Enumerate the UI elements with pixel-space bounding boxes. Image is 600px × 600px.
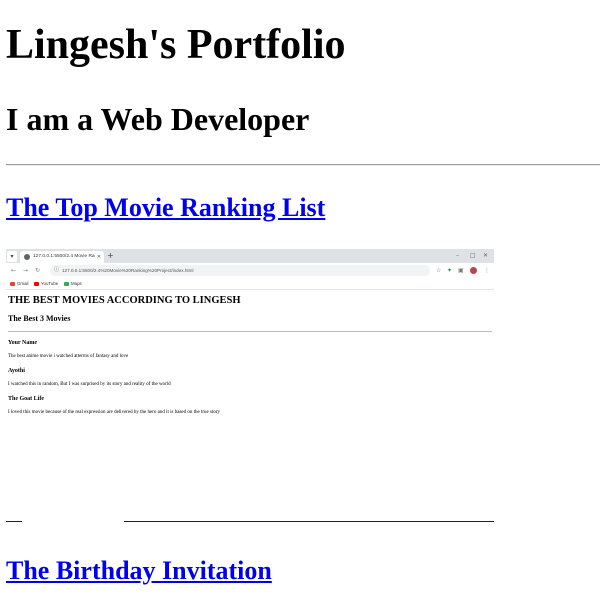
star-icon: ☆	[436, 267, 442, 274]
forward-icon: →	[23, 267, 29, 274]
bookmarks-bar: Gmail YouTube Maps	[6, 278, 494, 290]
movie-title: The Goat Life	[8, 396, 44, 402]
divider	[6, 164, 600, 166]
movie-title: Ayothi	[8, 368, 25, 374]
bookmark-gmail: Gmail	[10, 278, 28, 289]
bookmark-youtube: YouTube	[34, 278, 58, 289]
screenshot-taskbar-gap	[22, 520, 124, 523]
screenshot-divider	[8, 331, 492, 332]
browser-tab: 127.0.0.1:5500/2.4 Movie Rank ✕	[20, 251, 104, 263]
bookmark-maps: Maps	[64, 278, 82, 289]
back-icon: ←	[11, 267, 17, 274]
movie-description: I loved this movie because of the real e…	[8, 410, 221, 415]
address-bar: ⓘ 127.0.0.1:5500/2.4%20Movie%20Ranking%2…	[50, 265, 430, 276]
puzzle-icon: ▣	[458, 267, 464, 274]
browser-toolbar: ← → ↻ ⓘ 127.0.0.1:5500/2.4%20Movie%20Ran…	[6, 263, 494, 278]
window-close-icon: ✕	[483, 252, 489, 259]
youtube-icon	[34, 281, 39, 286]
maximize-icon: □	[470, 252, 476, 259]
address-url: 127.0.0.1:5500/2.4%20Movie%20Ranking%20P…	[62, 268, 194, 273]
screenshot-heading: THE BEST MOVIES ACCORDING TO LINGESH	[8, 295, 241, 306]
gmail-icon	[10, 281, 15, 286]
browser-tab-bar: ▾ 127.0.0.1:5500/2.4 Movie Rank ✕ + – □ …	[6, 249, 494, 263]
page-title: Lingesh's Portfolio	[6, 22, 346, 68]
maps-icon	[64, 281, 69, 286]
page-subtitle: I am a Web Developer	[6, 101, 310, 137]
extension-icon: ✦	[447, 267, 453, 274]
birthday-invitation-link[interactable]: The Birthday Invitation	[6, 556, 272, 586]
screenshot-subheading: The Best 3 Movies	[8, 314, 71, 323]
reload-icon: ↻	[35, 267, 41, 274]
new-tab-icon: +	[107, 251, 114, 260]
info-icon: ⓘ	[54, 267, 60, 273]
movie-description: The best anime movie i watched atterms o…	[8, 354, 129, 359]
avatar	[470, 267, 477, 274]
movie-title: Your Name	[8, 340, 38, 346]
minimize-icon: –	[456, 252, 459, 259]
movie-ranking-screenshot[interactable]: ▾ 127.0.0.1:5500/2.4 Movie Rank ✕ + – □ …	[6, 249, 494, 523]
movie-description: I watched this in random, But I was surp…	[8, 382, 171, 387]
close-icon: ✕	[96, 254, 101, 260]
menu-dots-icon: ⋮	[484, 267, 490, 274]
tab-search-icon: ▾	[7, 251, 17, 262]
movie-ranking-link[interactable]: The Top Movie Ranking List	[6, 193, 325, 223]
browser-tab-title: 127.0.0.1:5500/2.4 Movie Rank	[33, 254, 95, 259]
globe-icon	[24, 254, 30, 260]
